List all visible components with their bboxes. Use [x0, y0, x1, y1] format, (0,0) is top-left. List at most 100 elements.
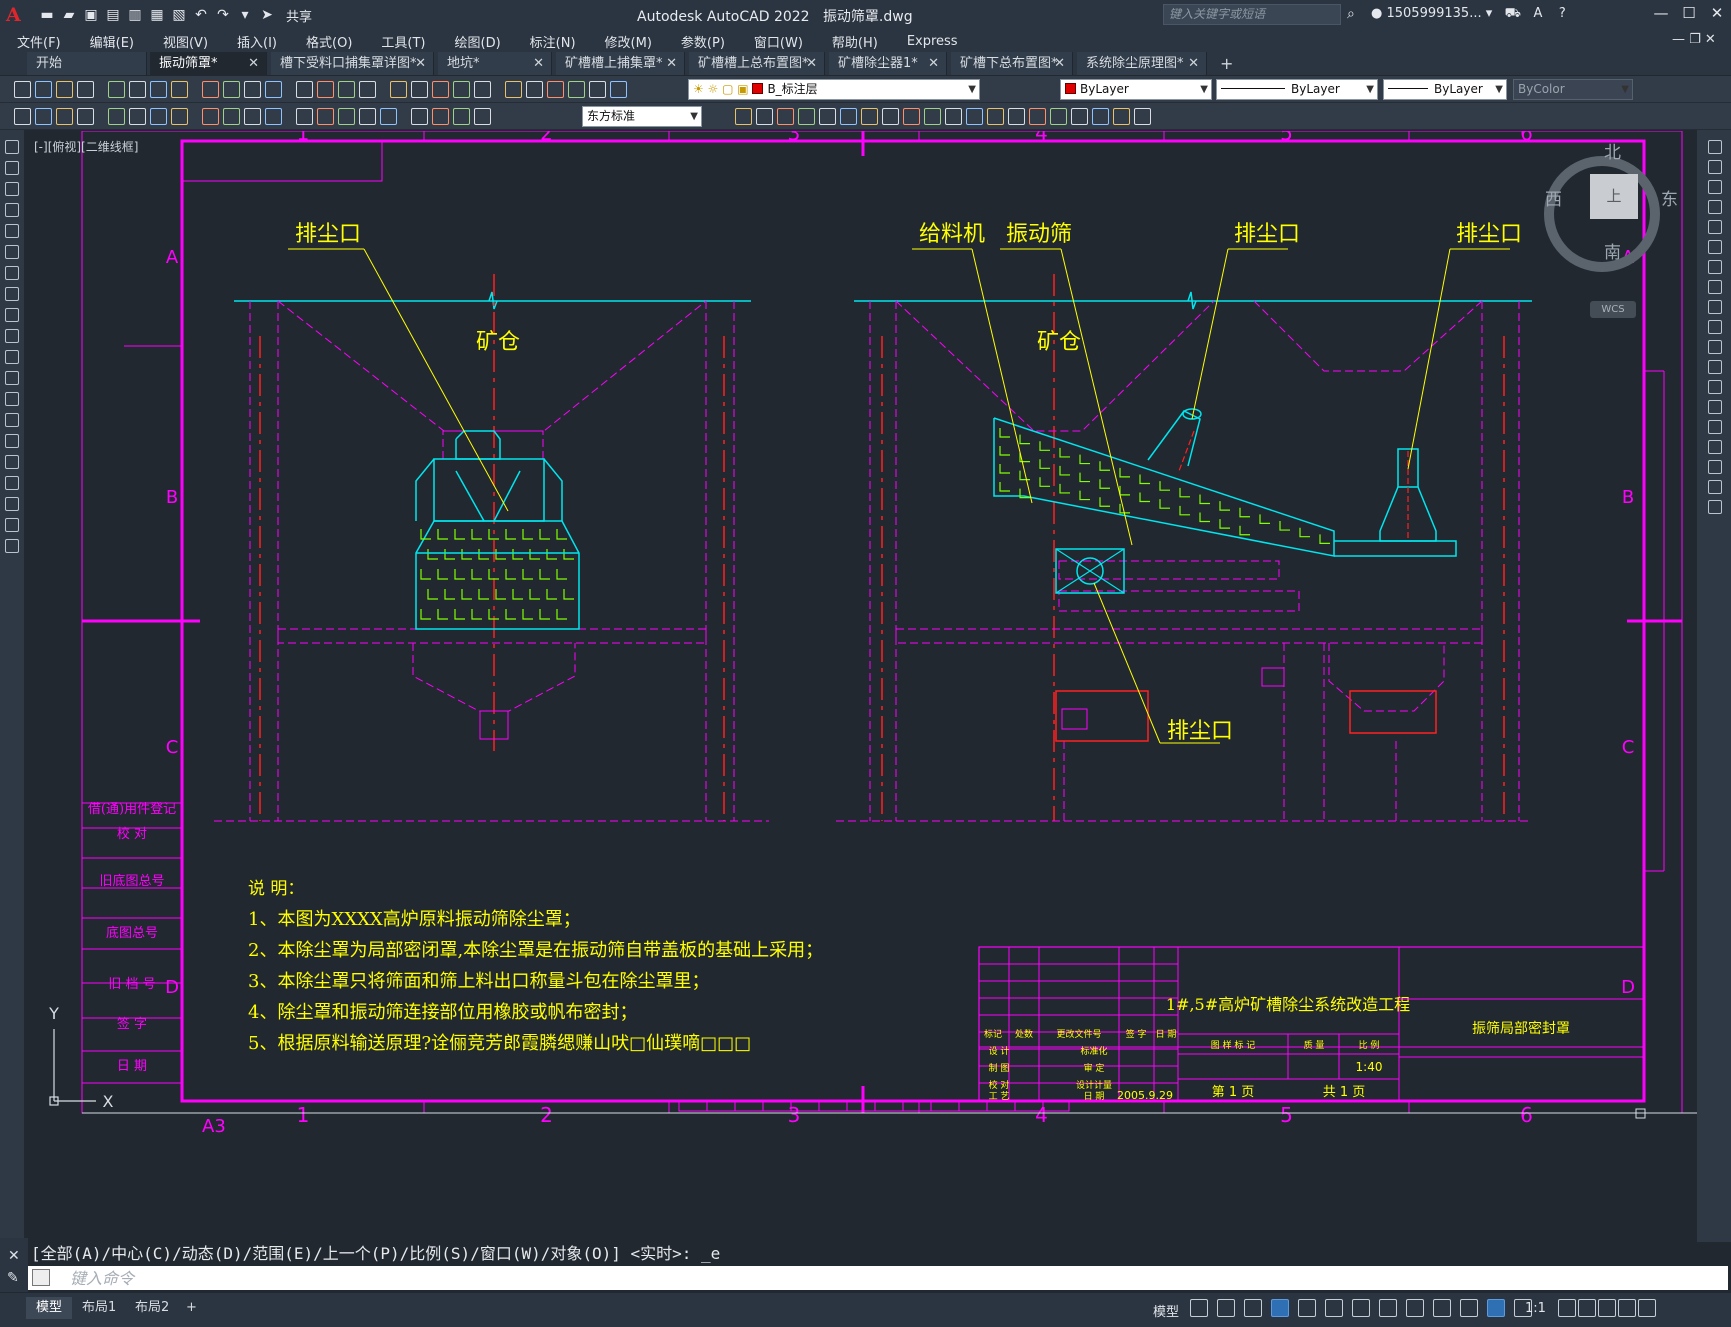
status-toggle-icon[interactable]: [1558, 1299, 1576, 1317]
menu-format[interactable]: 格式(O): [289, 32, 364, 51]
modify-tool-icon[interactable]: [945, 108, 962, 125]
layout-tab-2[interactable]: 布局2: [125, 1297, 179, 1319]
status-toggle-icon[interactable]: [1578, 1299, 1596, 1317]
model-space-toggle[interactable]: 模型: [1153, 1301, 1179, 1320]
tb1-icons-tool-icon[interactable]: [411, 81, 428, 98]
minimize-icon[interactable]: —: [1650, 4, 1672, 22]
tb2-icons-tool-icon[interactable]: [453, 108, 470, 125]
tb2-icons-tool-icon[interactable]: [35, 108, 52, 125]
tb1-icons-tool-icon[interactable]: [14, 81, 31, 98]
viewcube-top-face[interactable]: 上: [1590, 174, 1638, 219]
left-tools-tool-icon[interactable]: [5, 203, 19, 217]
modify-tool-icon[interactable]: [777, 108, 794, 125]
status-toggle-icon[interactable]: [1487, 1299, 1505, 1317]
tb1-icons-tool-icon[interactable]: [526, 81, 543, 98]
menu-help[interactable]: 帮助(H): [815, 32, 890, 51]
share-label[interactable]: 共享: [286, 6, 312, 25]
close-icon[interactable]: ✕: [1706, 4, 1728, 22]
right-tools-tool-icon[interactable]: [1708, 360, 1722, 374]
user-account[interactable]: ● 1505999135... ▾ ⛟ A ?: [1371, 6, 1566, 23]
new-tab-icon[interactable]: +: [1220, 54, 1233, 73]
status-toggle-icon[interactable]: [1598, 1299, 1616, 1317]
save-web-icon[interactable]: ▦: [148, 6, 166, 24]
tb2-icons-tool-icon[interactable]: [14, 108, 31, 125]
status-toggle-icon[interactable]: [1325, 1299, 1343, 1317]
share-icon[interactable]: ➤: [258, 6, 276, 24]
status-toggle-icon[interactable]: [1433, 1299, 1451, 1317]
command-line-handle[interactable]: ✕ ✎: [0, 1238, 28, 1292]
tab-close-icon[interactable]: ✕: [806, 52, 817, 75]
right-tools-tool-icon[interactable]: [1708, 460, 1722, 474]
autodesk-app-icon[interactable]: A: [1533, 6, 1542, 21]
right-tools-tool-icon[interactable]: [1708, 380, 1722, 394]
left-tools-tool-icon[interactable]: [5, 224, 19, 238]
menu-file[interactable]: 文件(F): [0, 32, 73, 51]
qat-dropdown-icon[interactable]: ▾: [236, 6, 254, 24]
tb2-icons-tool-icon[interactable]: [171, 108, 188, 125]
tb1-icons-tool-icon[interactable]: [317, 81, 334, 98]
drawing-svg[interactable]: 112233445566A AB BC CD DA3 排尘口矿仓 矿仓给料机 振动筛 排尘口排…: [24, 131, 1697, 1240]
tb2-icons-tool-icon[interactable]: [265, 108, 282, 125]
wcs-menu[interactable]: WCS: [1590, 301, 1636, 318]
viewcube-south[interactable]: 南: [1604, 238, 1621, 263]
status-toggle-icon[interactable]: [1460, 1299, 1478, 1317]
right-tools-tool-icon[interactable]: [1708, 280, 1722, 294]
tb1-icons-tool-icon[interactable]: [171, 81, 188, 98]
save-as-icon[interactable]: ▤: [104, 6, 122, 24]
plot-icon[interactable]: ▧: [170, 6, 188, 24]
open-web-icon[interactable]: ▥: [126, 6, 144, 24]
menu-window[interactable]: 窗口(W): [737, 32, 815, 51]
right-tools-tool-icon[interactable]: [1708, 400, 1722, 414]
viewport-controls[interactable]: [-][俯视][二维线框]: [34, 138, 138, 155]
doc-window-controls[interactable]: — ❐ ✕: [1672, 32, 1716, 47]
left-tools-tool-icon[interactable]: [5, 539, 19, 553]
redo-icon[interactable]: ↷: [214, 6, 232, 24]
right-tools-tool-icon[interactable]: [1708, 420, 1722, 434]
tb2-icons-tool-icon[interactable]: [432, 108, 449, 125]
right-tools-tool-icon[interactable]: [1708, 240, 1722, 254]
new-file-icon[interactable]: ▬: [38, 6, 56, 24]
search-input[interactable]: 键入关键字或短语: [1163, 4, 1341, 25]
modify-tool-icon[interactable]: [987, 108, 1004, 125]
dimstyle-dropdown[interactable]: 东方标准 ▼: [582, 106, 702, 127]
left-tools-tool-icon[interactable]: [5, 434, 19, 448]
tab-close-icon[interactable]: ✕: [1054, 52, 1065, 75]
tb1-icons-tool-icon[interactable]: [610, 81, 627, 98]
modify-tool-icon[interactable]: [861, 108, 878, 125]
tb1-icons-tool-icon[interactable]: [338, 81, 355, 98]
tb1-icons-tool-icon[interactable]: [77, 81, 94, 98]
right-tools-tool-icon[interactable]: [1708, 320, 1722, 334]
modify-tool-icon[interactable]: [1029, 108, 1046, 125]
modify-tool-icon[interactable]: [1092, 108, 1109, 125]
tb2-icons-tool-icon[interactable]: [129, 108, 146, 125]
tab-document[interactable]: 矿槽槽上总布置图* ✕: [689, 52, 825, 75]
modify-tool-icon[interactable]: [1008, 108, 1025, 125]
viewcube-west[interactable]: 西: [1545, 185, 1562, 210]
menu-dimension[interactable]: 标注(N): [513, 32, 588, 51]
tab-document[interactable]: 矿槽除尘器1* ✕: [829, 52, 947, 75]
left-tools-tool-icon[interactable]: [5, 455, 19, 469]
tb2-icons-tool-icon[interactable]: [474, 108, 491, 125]
status-toggle-icon[interactable]: [1271, 1299, 1289, 1317]
viewcube-east[interactable]: 东: [1661, 185, 1678, 210]
left-tools-tool-icon[interactable]: [5, 245, 19, 259]
tab-close-icon[interactable]: ✕: [1188, 52, 1199, 75]
tb1-icons-tool-icon[interactable]: [474, 81, 491, 98]
tb1-icons-tool-icon[interactable]: [108, 81, 125, 98]
modify-tool-icon[interactable]: [1050, 108, 1067, 125]
modify-tool-icon[interactable]: [840, 108, 857, 125]
customize-icon[interactable]: ✎: [7, 1270, 19, 1286]
tab-document[interactable]: 矿槽槽上捕集罩* ✕: [556, 52, 685, 75]
drawing-canvas[interactable]: 1 1 2 2 3 3 4 4 5 5 6 6 A A B B C C D D A3 排尘口 矿仓 矿仓 给料机 振动筛 排尘口排…: [24, 131, 1697, 1240]
status-toggle-icon[interactable]: [1406, 1299, 1424, 1317]
modify-tool-icon[interactable]: [1134, 108, 1151, 125]
tab-close-icon[interactable]: ✕: [248, 52, 259, 75]
left-tools-tool-icon[interactable]: [5, 329, 19, 343]
tb1-icons-tool-icon[interactable]: [505, 81, 522, 98]
tb1-icons-tool-icon[interactable]: [244, 81, 261, 98]
left-tools-tool-icon[interactable]: [5, 413, 19, 427]
tb2-icons-tool-icon[interactable]: [77, 108, 94, 125]
left-tools-tool-icon[interactable]: [5, 266, 19, 280]
tb1-icons-tool-icon[interactable]: [202, 81, 219, 98]
menu-view[interactable]: 视图(V): [146, 32, 220, 51]
